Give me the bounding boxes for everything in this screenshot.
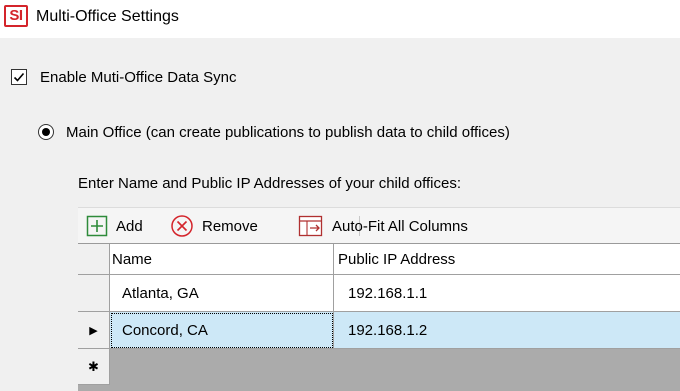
add-button-label: Add	[116, 217, 143, 235]
main-office-radio[interactable]	[38, 124, 54, 140]
office-ip-cell[interactable]: 192.168.1.2	[334, 312, 680, 349]
office-name-cell[interactable]: Atlanta, GA	[110, 275, 334, 312]
column-header-name[interactable]: Name	[110, 244, 334, 275]
office-ip-cell[interactable]: 192.168.1.1	[334, 275, 680, 312]
enable-sync-checkbox[interactable]	[11, 69, 27, 85]
grid-toolbar: Add Remove Auto-Fit All Columns	[78, 207, 680, 244]
child-offices-instruction: Enter Name and Public IP Addresses of yo…	[78, 175, 461, 192]
grid-header-row: Name Public IP Address	[78, 244, 680, 275]
row-header-corner[interactable]	[78, 244, 110, 275]
row-header[interactable]	[78, 275, 110, 312]
main-office-option[interactable]: Main Office (can create publications to …	[38, 122, 510, 142]
remove-icon	[171, 215, 193, 237]
radio-selected-dot	[42, 128, 50, 136]
new-row-name-cell[interactable]	[110, 349, 334, 385]
app-logo-icon: SI	[4, 5, 28, 27]
autofit-columns-button[interactable]: Auto-Fit All Columns	[298, 214, 468, 238]
window-title: Multi-Office Settings	[36, 8, 179, 25]
main-office-label[interactable]: Main Office (can create publications to …	[66, 124, 510, 141]
add-icon	[86, 215, 108, 237]
new-row[interactable]: ✱	[78, 349, 680, 385]
autofit-columns-icon	[298, 215, 323, 237]
new-row-indicator-icon[interactable]: ✱	[78, 349, 110, 385]
remove-button[interactable]: Remove	[170, 214, 258, 238]
title-bar: SI Multi-Office Settings	[0, 0, 680, 38]
add-button[interactable]: Add	[86, 214, 143, 238]
checkmark-icon	[13, 72, 25, 82]
enable-sync-option[interactable]: Enable Muti-Office Data Sync	[11, 67, 236, 87]
remove-button-label: Remove	[202, 217, 258, 235]
column-header-ip[interactable]: Public IP Address	[334, 244, 680, 275]
new-row-ip-cell[interactable]	[334, 349, 680, 385]
office-name-cell[interactable]: Concord, CA	[110, 312, 334, 349]
table-row[interactable]: ▶ Concord, CA 192.168.1.2	[78, 312, 680, 349]
autofit-columns-label: Auto-Fit All Columns	[332, 217, 468, 235]
table-row[interactable]: Atlanta, GA 192.168.1.1	[78, 275, 680, 312]
current-row-indicator-icon[interactable]: ▶	[78, 312, 110, 349]
enable-sync-label[interactable]: Enable Muti-Office Data Sync	[40, 69, 236, 86]
child-offices-grid: Name Public IP Address Atlanta, GA 192.1…	[78, 243, 680, 391]
